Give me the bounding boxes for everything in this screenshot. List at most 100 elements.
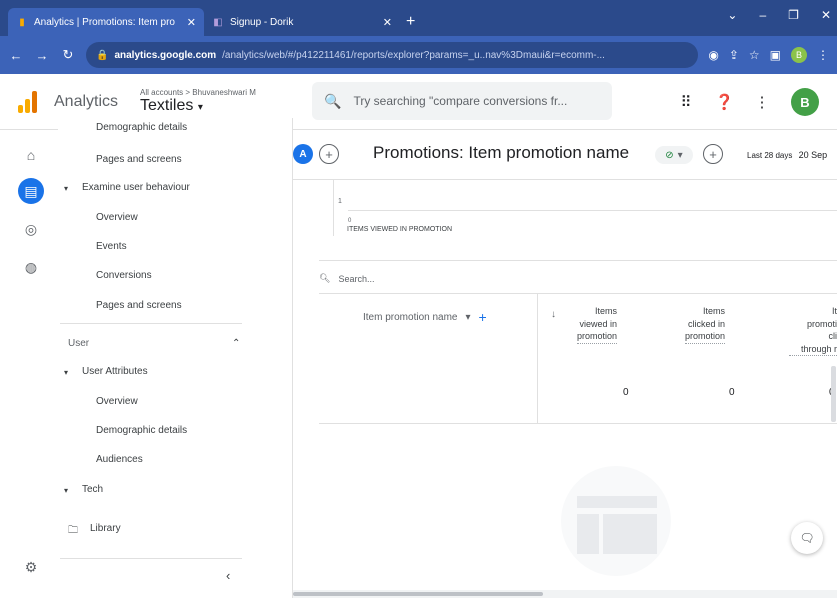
nav-user-attributes[interactable]: User Attributes (82, 366, 148, 377)
nav-overview-user[interactable]: Overview (96, 396, 138, 407)
caret-down-icon: ▾ (197, 102, 203, 113)
home-icon[interactable]: ⌂ (20, 144, 42, 166)
account-picker[interactable]: All accounts > Bhuvaneshwari M Textiles … (140, 88, 256, 115)
nav-pages-and-screens[interactable]: Pages and screens (96, 154, 182, 165)
column-separator (537, 293, 538, 423)
metric-header-items-clicked[interactable]: Items clicked in promotion (685, 305, 726, 344)
profile-icon[interactable]: B (791, 47, 807, 63)
date-range-picker[interactable]: Last 28 days 20 Sep (747, 150, 827, 160)
scrollbar-thumb[interactable] (293, 592, 543, 596)
reports-icon[interactable]: ▤ (18, 178, 44, 204)
sidepanel-icon[interactable]: ▣ (770, 48, 781, 62)
metric-header-click-through[interactable]: It promoti cli through r (789, 305, 837, 357)
dimension-header-label: Item promotion name (363, 311, 458, 323)
search-icon: 🔍 (324, 92, 342, 109)
report-main: A + Promotions: Item promotion name ⊘ ▾ … (293, 130, 837, 598)
caret-down-icon[interactable]: ▾ (466, 312, 471, 323)
metric-total-items-viewed: 0 (623, 387, 629, 398)
more-vert-icon[interactable]: ⋮ (753, 93, 771, 111)
browser-tab-analytics[interactable]: ▮ Analytics | Promotions: Item pro ✕ (8, 8, 204, 36)
chart-legend: ITEMS VIEWED IN PROMOTION (347, 226, 453, 233)
explore-icon[interactable]: ◎ (20, 218, 42, 240)
collapse-caret-icon[interactable]: ▾ (64, 368, 68, 377)
feedback-icon: 🗨 (799, 531, 815, 545)
url-path: /analytics/web/#/p412211461/reports/expl… (222, 49, 605, 61)
address-bar[interactable]: 🔒 analytics.google.com /analytics/web/#/… (86, 42, 699, 68)
app-name: Analytics (54, 92, 119, 110)
nav-section-user[interactable]: User (68, 338, 89, 349)
nav-audiences[interactable]: Audiences (96, 454, 143, 465)
table-search[interactable]: 🔍︎ Search... (319, 273, 374, 284)
chevron-down-icon[interactable]: ⌄ (727, 8, 737, 22)
more-icon[interactable]: ⋮ (817, 48, 829, 62)
report-status-button[interactable]: ⊘ ▾ (655, 146, 693, 164)
account-breadcrumb: All accounts > Bhuvaneshwari M (140, 88, 256, 97)
nav-demographic-details-user[interactable]: Demographic details (96, 425, 187, 436)
nav-conversions[interactable]: Conversions (96, 270, 152, 281)
tab-title: Analytics | Promotions: Item pro (34, 16, 175, 28)
date-range-label: Last 28 days (747, 151, 793, 160)
left-rail: ⌂ ▤ ◎ ◍ ⚙ (0, 130, 58, 598)
chevron-up-icon[interactable]: ⌃ (232, 338, 240, 349)
analytics-icon: ▮ (19, 16, 25, 28)
search-icon: 🔍︎ (319, 273, 331, 283)
minimize-icon[interactable]: – (759, 8, 766, 22)
star-icon[interactable]: ☆ (749, 48, 760, 62)
reload-icon[interactable]: ↻ (60, 47, 76, 63)
folder-icon: 🗀 (68, 525, 78, 536)
page-title: Promotions: Item promotion name (373, 143, 630, 162)
add-comparison-button[interactable]: + (319, 144, 339, 164)
reports-nav: Demographic details Pages and screens ▾ … (58, 118, 293, 598)
maximize-icon[interactable]: ❐ (788, 8, 799, 22)
header-actions: ⠿ ❓ ⋮ B (677, 88, 819, 116)
add-dimension-icon[interactable]: + (479, 309, 487, 325)
help-icon[interactable]: ❓ (715, 93, 734, 111)
report-table: 🔍︎ Search... Item promotion name ▾ + ↓ I… (319, 260, 837, 424)
close-window-icon[interactable]: ✕ (821, 8, 831, 22)
avatar[interactable]: B (791, 88, 819, 116)
chart-gridline (348, 210, 837, 211)
nav-library[interactable]: Library (90, 523, 121, 534)
nav-examine-user-behaviour[interactable]: Examine user behaviour (82, 182, 190, 193)
apps-grid-icon[interactable]: ⠿ (677, 93, 695, 111)
new-tab-button[interactable]: + (400, 8, 421, 36)
search-bar[interactable]: 🔍 Try searching "compare conversions fr.… (312, 82, 612, 120)
sort-arrow-down-icon[interactable]: ↓ (551, 309, 556, 320)
search-input[interactable]: Try searching "compare conversions fr... (353, 94, 567, 108)
analytics-logo-icon[interactable] (18, 90, 40, 113)
table-vertical-scrollbar[interactable] (831, 366, 836, 422)
google-lens-icon[interactable]: ◉ (708, 48, 718, 62)
collapse-caret-icon[interactable]: ▾ (64, 184, 68, 193)
back-icon[interactable]: ← (8, 48, 24, 63)
close-icon[interactable]: ✕ (383, 16, 392, 29)
metric-header-items-viewed[interactable]: Items viewed in promotion (577, 305, 618, 344)
share-icon[interactable]: ⇪ (729, 48, 739, 62)
url-host: analytics.google.com (114, 49, 217, 61)
divider (60, 558, 242, 559)
check-circle-icon: ⊘ (665, 149, 674, 161)
expand-caret-icon[interactable]: ▾ (64, 486, 68, 495)
forward-icon[interactable]: → (34, 48, 50, 63)
feedback-button[interactable]: 🗨 (791, 522, 823, 554)
empty-state-illustration (561, 466, 671, 576)
collapse-nav-chevron-icon[interactable]: ‹ (226, 568, 230, 583)
comparison-badge[interactable]: A (293, 144, 313, 164)
nav-pages-and-screens-2[interactable]: Pages and screens (96, 300, 182, 311)
dorik-icon: ◧ (213, 16, 223, 28)
nav-demographic-details[interactable]: Demographic details (96, 122, 187, 133)
window-controls: ⌄ – ❐ ✕ (727, 8, 831, 22)
add-button[interactable]: + (703, 144, 723, 164)
dimension-header[interactable]: Item promotion name ▾ + (363, 309, 487, 325)
browser-actions: ◉ ⇪ ☆ ▣ B ⋮ (708, 47, 829, 63)
horizontal-scrollbar[interactable] (293, 590, 837, 598)
settings-gear-icon[interactable]: ⚙ (20, 556, 42, 578)
table-search-input[interactable]: Search... (338, 274, 374, 284)
close-icon[interactable]: ✕ (187, 16, 196, 29)
divider (60, 323, 242, 324)
advertising-icon[interactable]: ◍ (20, 256, 42, 278)
y-tick-label: 1 (338, 198, 342, 205)
nav-overview[interactable]: Overview (96, 212, 138, 223)
nav-events[interactable]: Events (96, 241, 127, 252)
browser-tab-dorik[interactable]: ◧ Signup - Dorik ✕ (204, 8, 400, 36)
nav-tech[interactable]: Tech (82, 484, 103, 495)
